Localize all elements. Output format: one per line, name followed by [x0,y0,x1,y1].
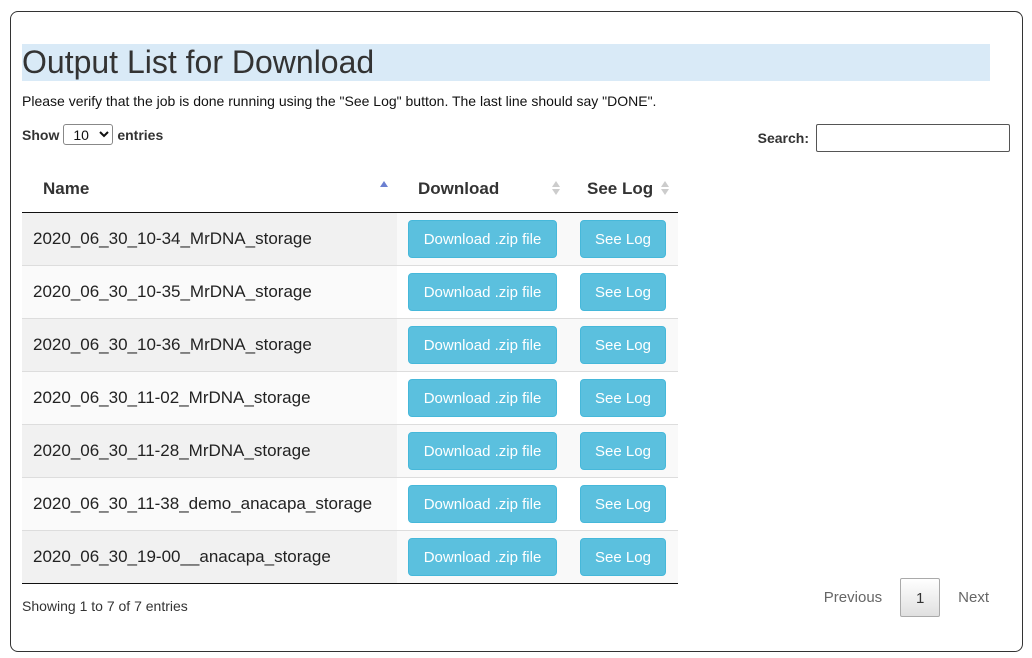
see-log-button[interactable]: See Log [580,431,666,470]
output-name-cell: 2020_06_30_10-35_MrDNA_storage [22,264,397,318]
see-log-button[interactable]: See Log [580,325,666,364]
table-row: 2020_06_30_11-02_MrDNA_storage Download .… [22,370,678,424]
log-cell: See Log [569,212,678,265]
sort-ascending-icon [380,180,388,198]
column-header-download[interactable]: Download [397,166,569,213]
output-name-cell: 2020_06_30_11-38_demo_anacapa_storage [22,476,397,530]
table-row: 2020_06_30_11-28_MrDNA_storage Download .… [22,423,678,477]
show-label: Show [22,126,60,143]
table-row: 2020_06_30_11-38_demo_anacapa_storage Dow… [22,476,678,530]
download-zip-button[interactable]: Download .zip file [408,378,557,417]
see-log-button[interactable]: See Log [580,484,666,523]
pagination: Previous 1 Next [806,578,1007,617]
output-name-cell: 2020_06_30_11-28_MrDNA_storage [22,423,397,477]
sort-both-icon [552,180,560,198]
table-row: 2020_06_30_10-35_MrDNA_storage Download .… [22,264,678,318]
table-row: 2020_06_30_10-34_MrDNA_storage Download .… [22,212,678,265]
download-zip-button[interactable]: Download .zip file [408,431,557,470]
column-header-name-label: Name [43,178,90,198]
download-cell: Download .zip file [397,317,569,371]
see-log-button[interactable]: See Log [580,378,666,417]
sort-both-icon [661,180,669,198]
column-header-see-log[interactable]: See Log [569,166,678,213]
table-header-row: Name Download See Log [22,166,678,213]
search-input[interactable] [816,124,1010,152]
output-name-cell: 2020_06_30_11-02_MrDNA_storage [22,370,397,424]
download-zip-button[interactable]: Download .zip file [408,537,557,576]
previous-page-button[interactable]: Previous [806,579,900,617]
search-label: Search: [757,130,809,146]
column-header-see-log-label: See Log [587,178,654,198]
download-zip-button[interactable]: Download .zip file [408,484,557,523]
log-cell: See Log [569,317,678,371]
download-cell: Download .zip file [397,212,569,265]
log-cell: See Log [569,370,678,424]
log-cell: See Log [569,264,678,318]
search-control: Search: [758,124,1010,152]
column-header-download-label: Download [418,178,500,198]
download-cell: Download .zip file [397,423,569,477]
log-cell: See Log [569,423,678,477]
output-name-cell: 2020_06_30_10-36_MrDNA_storage [22,317,397,371]
see-log-button[interactable]: See Log [580,219,666,258]
table-row: 2020_06_30_10-36_MrDNA_storage Download .… [22,317,678,371]
next-page-button[interactable]: Next [940,579,1007,617]
download-zip-button[interactable]: Download .zip file [408,325,557,364]
download-cell: Download .zip file [397,529,569,584]
page-1-button[interactable]: 1 [900,578,941,617]
output-name-cell: 2020_06_30_19-00__anacapa_storage [22,529,397,584]
see-log-button[interactable]: See Log [580,272,666,311]
column-header-name[interactable]: Name [22,166,397,213]
download-cell: Download .zip file [397,370,569,424]
table-row: 2020_06_30_19-00__anacapa_storage Downloa… [22,529,678,584]
download-zip-button[interactable]: Download .zip file [408,272,557,311]
entries-per-page-select[interactable]: 102550100 [63,124,114,145]
log-cell: See Log [569,476,678,530]
page-title: Output List for Download [22,44,375,80]
download-cell: Download .zip file [397,264,569,318]
download-cell: Download .zip file [397,476,569,530]
instruction-text: Please verify that the job is done runni… [22,93,657,109]
log-cell: See Log [569,529,678,584]
download-zip-button[interactable]: Download .zip file [408,219,557,258]
table-info: Showing 1 to 7 of 7 entries [22,598,188,614]
entries-label: entries [117,126,164,143]
see-log-button[interactable]: See Log [580,537,666,576]
output-table: Name Download See Log 2020_06_30_10-34_M… [22,166,678,584]
output-name-cell: 2020_06_30_10-34_MrDNA_storage [22,212,397,265]
entries-length-control: Show 102550100 entries [22,124,163,145]
